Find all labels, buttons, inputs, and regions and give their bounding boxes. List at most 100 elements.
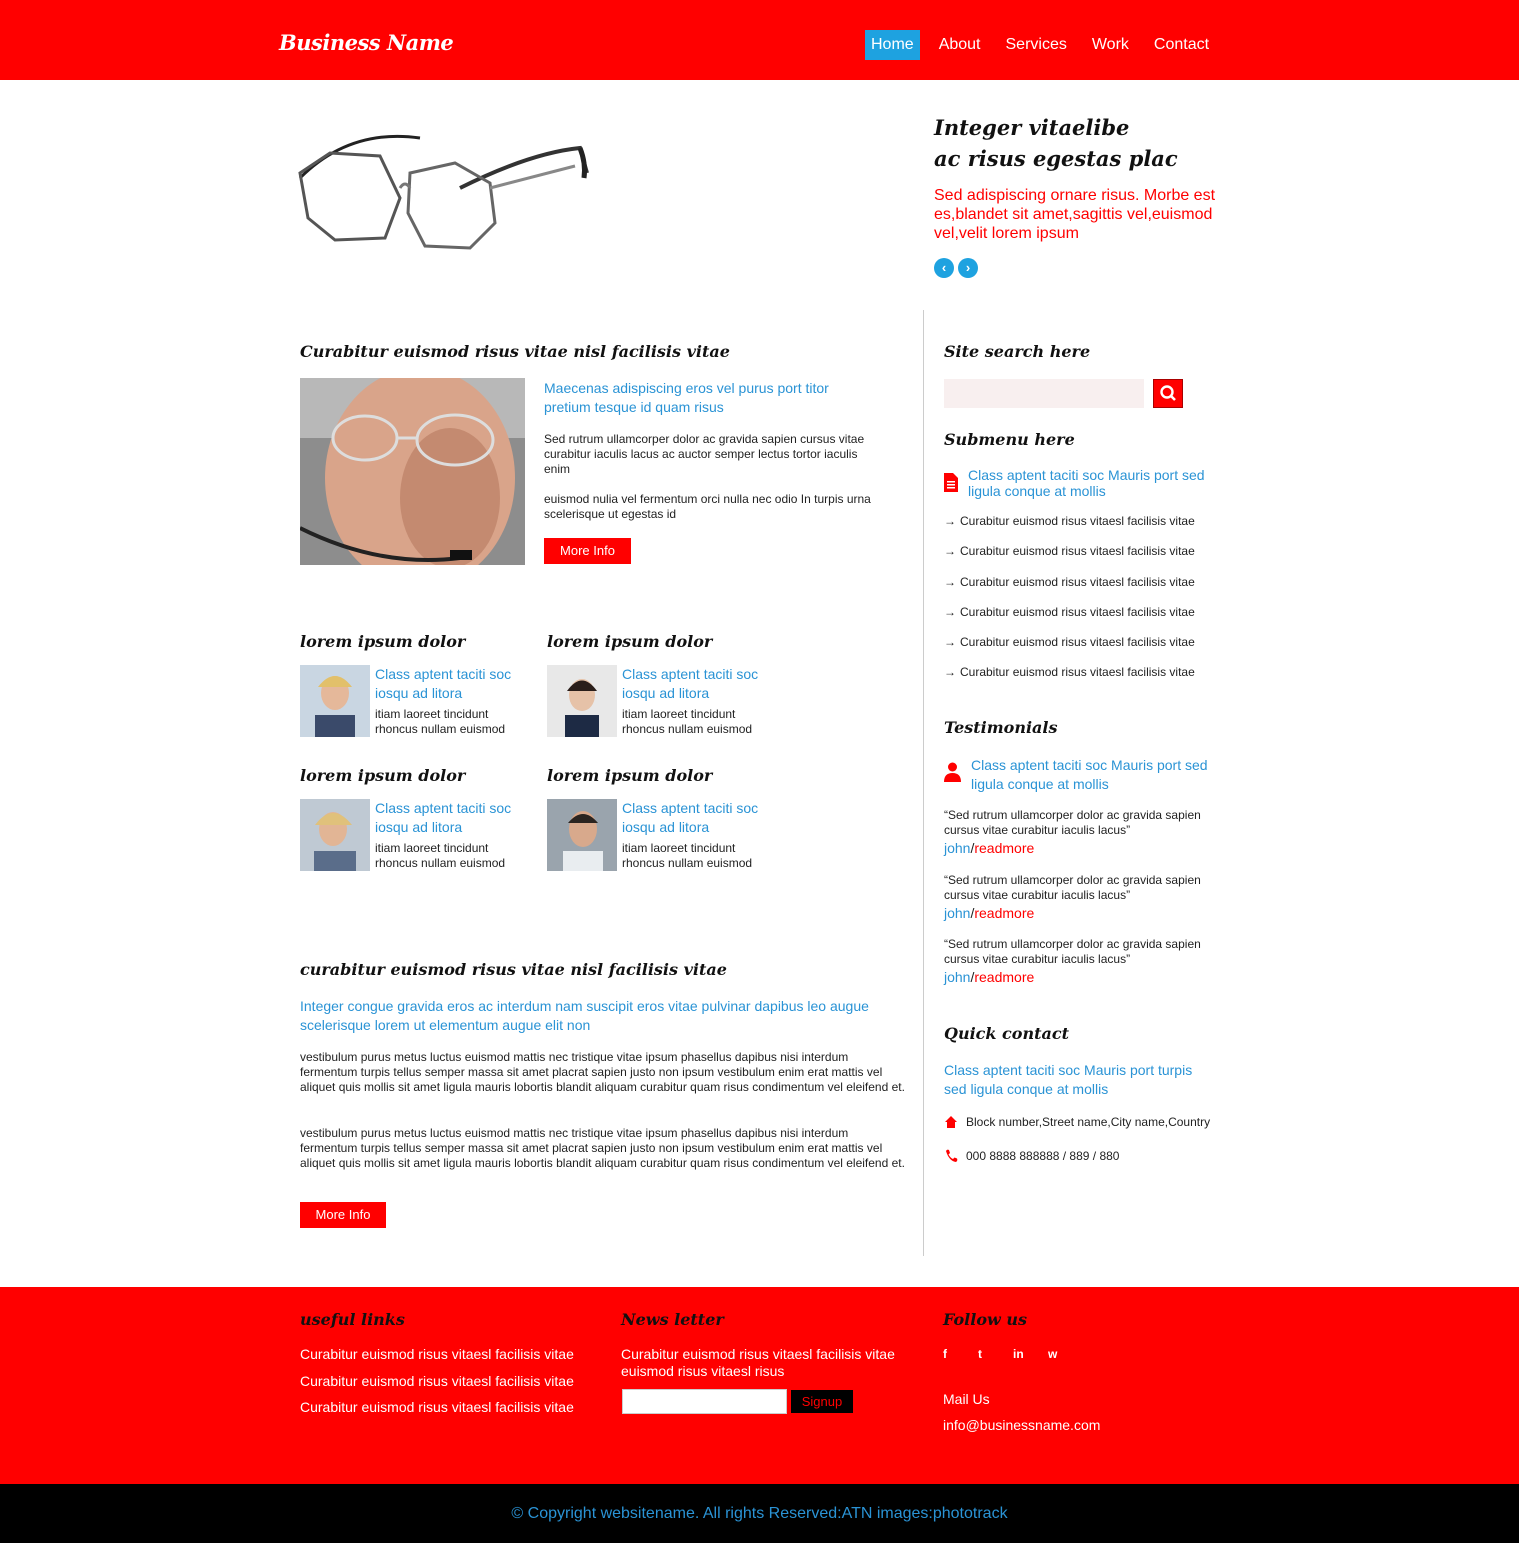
newsletter-title: News letter [621,1310,724,1329]
submenu-item[interactable]: → Curabitur euismod risus vitaesl facilis… [944,635,1195,665]
footer-link[interactable]: Curabitur euismod risus vitaesl facilisi… [300,1399,574,1426]
readmore-link[interactable]: readmore [974,905,1034,921]
footer-link[interactable]: Curabitur euismod risus vitaesl facilisi… [300,1346,574,1373]
card-title: lorem ipsum dolor [547,632,713,651]
copyright-bar: © Copyright websitename. All rights Rese… [0,1484,1519,1543]
linkedin-icon[interactable]: in [1013,1347,1048,1361]
whatsapp-icon[interactable]: w [1048,1347,1083,1361]
testimonial: “Sed rutrum ullamcorper dolor ac gravida… [944,808,1234,858]
card-title: lorem ipsum dolor [547,766,713,785]
phone-text: 000 8888 888888 / 889 / 880 [966,1149,1120,1163]
testimonials-title: Testimonials [944,718,1058,737]
testimonial-quote: “Sed rutrum ullamcorper dolor ac gravida… [944,873,1201,902]
site-footer [0,1287,1519,1484]
submenu-item[interactable]: → Curabitur euismod risus vitaesl facilis… [944,514,1195,544]
submenu-title: Submenu here [944,430,1075,449]
card-text: itiam laoreet tincidunt rhoncus nullam e… [375,841,506,870]
mail-link[interactable]: info@businessname.com [943,1417,1100,1433]
twitter-icon[interactable]: t [978,1347,1013,1361]
more-info-button-2[interactable]: More Info [300,1202,386,1228]
testimonials-lead[interactable]: Class aptent taciti soc Mauris port sed … [971,756,1211,794]
woman-phone-photo [300,799,370,871]
search-button[interactable] [1153,379,1183,408]
arrow-right-icon: → [944,544,956,559]
submenu-item-label: Curabitur euismod risus vitaesl facilisi… [960,635,1195,650]
hero-title-line1: Integer vitaelibe [934,115,1130,140]
testimonial-author[interactable]: john [944,840,970,856]
phone-icon [946,1149,958,1162]
quick-contact-lead: Class aptent taciti soc Mauris port turp… [944,1062,1193,1097]
man-with-glasses-photo [300,378,525,565]
submenu-item-label: Curabitur euismod risus vitaesl facilisi… [960,604,1195,619]
readmore-link[interactable]: readmore [974,840,1034,856]
mail-label: Mail Us [943,1391,990,1407]
card-3: lorem ipsum dolor Class aptent taciti so… [300,766,530,871]
testimonial-author[interactable]: john [944,905,970,921]
footer-link[interactable]: Curabitur euismod risus vitaesl facilisi… [300,1373,574,1400]
section1-paragraph-2: euismod nulia vel fermentum orci nulla n… [544,492,871,521]
card-lead[interactable]: Class aptent taciti soc iosqu ad litora [622,665,777,703]
arrow-right-icon: → [944,574,956,589]
footer-links: Curabitur euismod risus vitaesl facilisi… [300,1346,574,1426]
card-lead[interactable]: Class aptent taciti soc iosqu ad litora [622,799,777,837]
card-text: itiam laoreet tincidunt rhoncus nullam e… [622,707,753,736]
home-icon [945,1116,957,1128]
submenu-lead[interactable]: Class aptent taciti soc Mauris port sed … [968,467,1208,499]
submenu-item[interactable]: → Curabitur euismod risus vitaesl facilis… [944,605,1195,635]
card-1: lorem ipsum dolor Class aptent taciti so… [300,632,530,737]
nav-contact[interactable]: Contact [1148,30,1215,60]
testimonial: “Sed rutrum ullamcorper dolor ac gravida… [944,937,1234,987]
card-title: lorem ipsum dolor [300,632,466,651]
section1-lead: Maecenas adispiscing eros vel purus port… [544,380,829,415]
submenu-item-label: Curabitur euismod risus vitaesl facilisi… [960,514,1195,528]
nav-home[interactable]: Home [865,30,920,60]
card-title: lorem ipsum dolor [300,766,466,785]
testimonial: “Sed rutrum ullamcorper dolor ac gravida… [944,873,1234,923]
hero-text: Sed adispiscing ornare risus. Morbe est … [934,187,1216,242]
card-text: itiam laoreet tincidunt rhoncus nullam e… [375,707,506,736]
signup-button[interactable]: Signup [791,1390,853,1413]
card-lead[interactable]: Class aptent taciti soc iosqu ad litora [375,665,530,703]
nav-services[interactable]: Services [1000,30,1073,60]
arrow-right-icon: → [944,604,956,619]
site-header: Business Name Home About Services Work C… [0,0,1519,80]
eyeglasses-image [298,134,589,250]
submenu-item[interactable]: → Curabitur euismod risus vitaesl facilis… [944,575,1195,605]
brand-logo[interactable]: Business Name [279,30,454,55]
section3-paragraph-2: vestibulum purus metus luctus euismod ma… [300,1126,905,1170]
newsletter-text: Curabitur euismod risus vitaesl facilisi… [621,1346,895,1379]
submenu-item[interactable]: → Curabitur euismod risus vitaesl facilis… [944,544,1195,574]
submenu-item[interactable]: → Curabitur euismod risus vitaesl facilis… [944,665,1195,695]
nav-about[interactable]: About [933,30,987,60]
card-text: itiam laoreet tincidunt rhoncus nullam e… [622,841,753,870]
card-lead[interactable]: Class aptent taciti soc iosqu ad litora [375,799,530,837]
hero-title-line2: ac risus egestas plac [934,146,1178,171]
search-icon [1160,385,1176,401]
section3-title: curabitur euismod risus vitae nisl facil… [300,960,727,979]
social-links: f t in w [943,1347,1083,1361]
user-icon [944,762,961,782]
more-info-button[interactable]: More Info [544,538,631,564]
submenu-list: → Curabitur euismod risus vitaesl facilis… [944,514,1195,696]
follow-title: Follow us [943,1310,1027,1329]
chevron-right-icon[interactable]: › [958,258,978,278]
section1-title: Curabitur euismod risus vitae nisl facil… [300,342,730,361]
facebook-icon[interactable]: f [943,1347,978,1361]
submenu-item-label: Curabitur euismod risus vitaesl facilisi… [960,574,1195,589]
arrow-right-icon: → [944,514,956,528]
chevron-left-icon[interactable]: ‹ [934,258,954,278]
section3-paragraph-1: vestibulum purus metus luctus euismod ma… [300,1050,905,1094]
slider-controls: ‹ › [934,258,978,278]
testimonial-quote: “Sed rutrum ullamcorper dolor ac gravida… [944,808,1201,837]
readmore-link[interactable]: readmore [974,969,1034,985]
newsletter-email-input[interactable] [622,1389,787,1414]
woman-headset-photo [300,665,370,737]
testimonial-author[interactable]: john [944,969,970,985]
phone-line: 000 8888 888888 / 889 / 880 [944,1149,1119,1163]
arrow-right-icon: → [944,665,956,680]
card-4: lorem ipsum dolor Class aptent taciti so… [547,766,777,871]
section1-paragraph-1: Sed rutrum ullamcorper dolor ac gravida … [544,432,865,476]
nav-work[interactable]: Work [1086,30,1135,60]
search-title: Site search here [944,342,1091,361]
search-input[interactable] [944,379,1144,408]
